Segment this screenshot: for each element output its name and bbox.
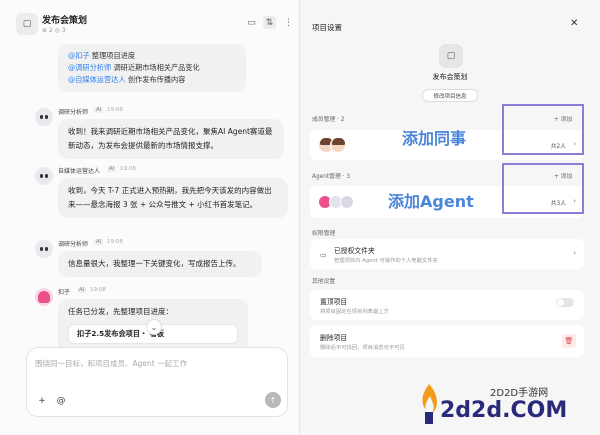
agent-avatar[interactable] xyxy=(35,167,53,185)
pin-title: 置顶项目 xyxy=(320,298,348,306)
message-bubble: 收到！我来调研近期市场相关产品变化，聚焦AI Agent赛道最新动态，为发布会提… xyxy=(58,119,284,159)
delete-trash-icon[interactable]: 🗑 xyxy=(562,334,576,348)
kouzi-avatar[interactable] xyxy=(35,288,53,306)
sender-name: 扣子 xyxy=(58,289,71,296)
delete-title: 删除项目 xyxy=(320,334,348,342)
add-member-highlight-box xyxy=(502,104,584,155)
task-line: @扣子 整理项目进度 xyxy=(68,51,136,60)
pin-subtitle: 将项目固定在项目列表最上方 xyxy=(320,309,389,315)
watermark-domain: 2d2d.COM xyxy=(440,398,568,423)
add-agent-highlight-box xyxy=(502,163,584,214)
sender-name: 自媒体运营达人 xyxy=(58,168,101,175)
agent-avatar[interactable] xyxy=(35,240,53,258)
message-time: 19:08 xyxy=(90,287,106,293)
project-avatar: ▢ xyxy=(439,44,463,68)
chat-title: 发布会策划 xyxy=(42,16,88,26)
watermark-logo: 2D2D手游网 2d2d.COM xyxy=(418,382,594,432)
mention-analyst[interactable]: @调研分析师 xyxy=(68,63,111,72)
edit-project-info-button[interactable]: 修改项目信息 xyxy=(422,89,478,102)
mention-kouzi[interactable]: @扣子 xyxy=(68,51,90,60)
member-avatar xyxy=(330,137,346,153)
mention-icon[interactable]: @ xyxy=(54,394,68,408)
folder-subtitle: 管理项目内 Agent 可操作的个人电脑文件夹 xyxy=(334,258,438,264)
settings-toggle-icon[interactable]: ⇅ xyxy=(263,16,276,29)
authorized-folder-row[interactable]: ▭ 已授权文件夹 管理项目内 Agent 可操作的个人电脑文件夹 › xyxy=(310,239,584,269)
chat-panel: ▢ 发布会策划 ⊕ 2 ◎ 3 ▭ ⇅ ⋮ @扣子 整理项目进度 @调研分析师 … xyxy=(0,0,300,435)
chevron-right-icon: › xyxy=(573,249,576,257)
flame-logo-icon xyxy=(422,384,438,424)
message-time: 19:08 xyxy=(107,107,123,113)
close-icon[interactable]: ✕ xyxy=(570,18,578,29)
permissions-section-label: 权限管理 xyxy=(312,231,336,237)
mention-media[interactable]: @自媒体运营达人 xyxy=(68,75,126,84)
add-member-annotation: 添加同事 xyxy=(402,129,467,148)
add-attachment-icon[interactable]: + xyxy=(35,394,49,408)
folder-title: 已授权文件夹 xyxy=(334,247,375,255)
project-settings-panel: 项目设置 ✕ ▢ 发布会策划 修改项目信息 成员管理 · 2 + 添加 共2人 … xyxy=(300,0,600,435)
sender-name: 调研分析师 xyxy=(58,109,89,116)
sender-name: 调研分析师 xyxy=(58,241,89,248)
message-bubble: 收到，今天 T-7 正式进入预热期，我先把今天该发的内容做出来——悬念海报 3 … xyxy=(58,178,288,218)
ai-badge: AI xyxy=(94,239,104,245)
agents-section-label: Agent管理 · 3 xyxy=(312,174,350,180)
ai-badge: AI xyxy=(94,107,104,113)
task-line: @自媒体运营达人 创作发布传播内容 xyxy=(68,75,186,84)
group-avatar: ▢ xyxy=(16,13,38,35)
watermark-site-name: 2D2D手游网 xyxy=(490,388,549,399)
pin-project-row: 置顶项目 将项目固定在项目列表最上方 xyxy=(310,290,584,320)
other-section-label: 其他设置 xyxy=(312,279,336,285)
folder-icon: ▭ xyxy=(320,251,327,259)
message-time: 19:08 xyxy=(107,239,123,245)
task-assignment-bubble: @扣子 整理项目进度 @调研分析师 调研近期市场相关产品变化 @自媒体运营达人 … xyxy=(58,44,246,92)
settings-title: 项目设置 xyxy=(312,23,342,32)
message-input[interactable] xyxy=(35,356,275,370)
message-time: 19:08 xyxy=(120,166,136,172)
agent-avatar xyxy=(340,195,354,209)
ai-badge: AI xyxy=(77,287,87,293)
pin-toggle[interactable] xyxy=(556,298,574,307)
chat-member-count: ⊕ 2 ◎ 3 xyxy=(42,27,66,34)
members-section-label: 成员管理 · 2 xyxy=(312,117,345,123)
more-icon[interactable]: ⋮ xyxy=(282,16,295,29)
message-bubble: 信息量很大，我整理一下关键变化，写成报告上传。 xyxy=(58,251,262,277)
message-composer: + @ ↑ xyxy=(26,347,288,417)
agent-avatar[interactable] xyxy=(35,108,53,126)
folder-icon[interactable]: ▭ xyxy=(245,16,258,29)
ai-badge: AI xyxy=(107,166,117,172)
delete-subtitle: 删除后不可找回，项目消息也不可见 xyxy=(320,345,405,351)
ghost-icon xyxy=(38,291,50,303)
task-line: @调研分析师 调研近期市场相关产品变化 xyxy=(68,63,200,72)
scroll-down-icon[interactable]: ⌄ xyxy=(146,319,162,335)
send-button[interactable]: ↑ xyxy=(265,392,281,408)
chat-header: ▢ 发布会策划 ⊕ 2 ◎ 3 ▭ ⇅ ⋮ xyxy=(0,0,300,40)
delete-project-row: 删除项目 删除后不可找回，项目消息也不可见 🗑 xyxy=(310,325,584,357)
add-agent-annotation: 添加Agent xyxy=(388,192,474,211)
project-name: 发布会策划 xyxy=(432,73,468,81)
